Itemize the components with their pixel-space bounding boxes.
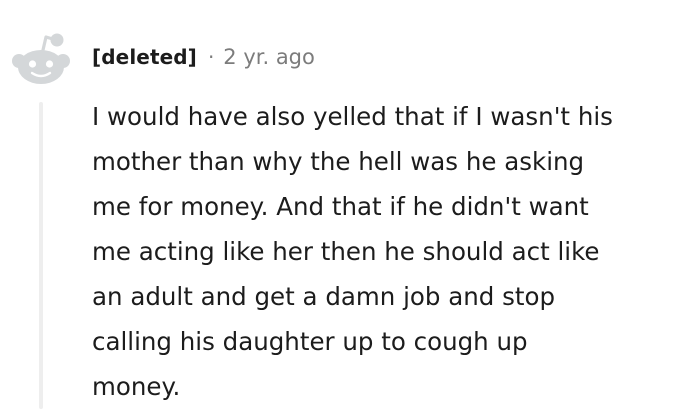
comment-body-line: money. <box>92 372 181 401</box>
comment-body-line: I would have also yelled that if I wasn'… <box>92 102 613 131</box>
comment-author[interactable]: [deleted] <box>92 45 197 69</box>
deleted-user-avatar-icon[interactable] <box>10 28 72 90</box>
comment-body-line: me acting like her then he should act li… <box>92 237 600 266</box>
comment-body-line: an adult and get a damn job and stop <box>92 282 555 311</box>
comment-body: I would have also yelled that if I wasn'… <box>92 94 692 409</box>
comment-timestamp[interactable]: 2 yr. ago <box>223 45 315 69</box>
comment-meta: [deleted] · 2 yr. ago <box>92 40 315 74</box>
avatar-graphic <box>12 33 70 84</box>
comment-body-line: calling his daughter up to cough up <box>92 327 528 356</box>
meta-separator: · <box>207 45 215 69</box>
comment: [deleted] · 2 yr. ago I would have also … <box>0 0 700 409</box>
comment-body-line: me for money. And that if he didn't want <box>92 192 589 221</box>
comment-body-line: mother than why the hell was he asking <box>92 147 585 176</box>
thread-collapse-line[interactable] <box>39 102 43 409</box>
